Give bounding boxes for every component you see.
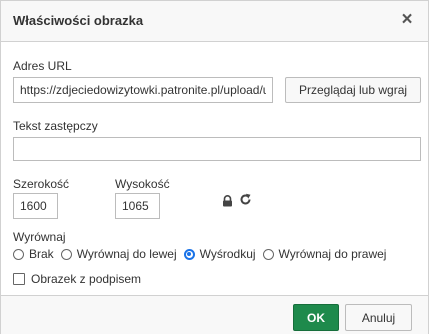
align-none-option[interactable]: Brak xyxy=(13,247,54,261)
align-center-label: Wyśrodkuj xyxy=(199,247,256,261)
align-right-label: Wyrównaj do prawej xyxy=(278,247,387,261)
dialog-title: Właściwości obrazka xyxy=(13,13,144,28)
alignment-radio-group: Brak Wyrównaj do lewej Wyśrodkuj Wyrówna… xyxy=(13,246,393,262)
dialog-footer: OK Anuluj xyxy=(1,295,428,334)
browse-upload-button[interactable]: Przeglądaj lub wgraj xyxy=(285,77,421,103)
width-label: Szerokość xyxy=(13,177,70,191)
image-properties-dialog: Właściwości obrazka × Adres URL Przegląd… xyxy=(0,0,429,334)
url-label: Adres URL xyxy=(13,59,72,73)
height-input[interactable] xyxy=(115,193,160,219)
dialog-titlebar: Właściwości obrazka × xyxy=(1,1,428,42)
caption-label: Obrazek z podpisem xyxy=(31,272,142,286)
close-icon[interactable]: × xyxy=(398,10,416,30)
width-input[interactable] xyxy=(13,193,58,219)
height-label: Wysokość xyxy=(115,177,170,191)
caption-option[interactable]: Obrazek z podpisem xyxy=(13,272,141,286)
align-left-label: Wyrównaj do lewej xyxy=(76,247,177,261)
align-left-option[interactable]: Wyrównaj do lewej xyxy=(60,247,177,261)
align-center-option[interactable]: Wyśrodkuj xyxy=(183,247,256,261)
ok-button[interactable]: OK xyxy=(293,304,339,331)
reset-size-icon[interactable] xyxy=(239,193,252,211)
align-right-option[interactable]: Wyrównaj do prawej xyxy=(262,247,387,261)
cancel-button[interactable]: Anuluj xyxy=(345,304,412,331)
align-none-label: Brak xyxy=(29,247,54,261)
url-input[interactable] xyxy=(13,77,273,103)
alt-text-label: Tekst zastępczy xyxy=(13,119,98,133)
alt-text-input[interactable] xyxy=(13,137,421,161)
caption-checkbox[interactable] xyxy=(13,273,25,285)
align-center-radio[interactable] xyxy=(183,248,195,260)
alignment-label: Wyrównaj xyxy=(13,230,66,244)
align-left-radio[interactable] xyxy=(60,248,72,260)
lock-icon[interactable] xyxy=(222,194,233,212)
align-none-radio[interactable] xyxy=(13,248,24,260)
align-right-radio[interactable] xyxy=(262,248,274,260)
